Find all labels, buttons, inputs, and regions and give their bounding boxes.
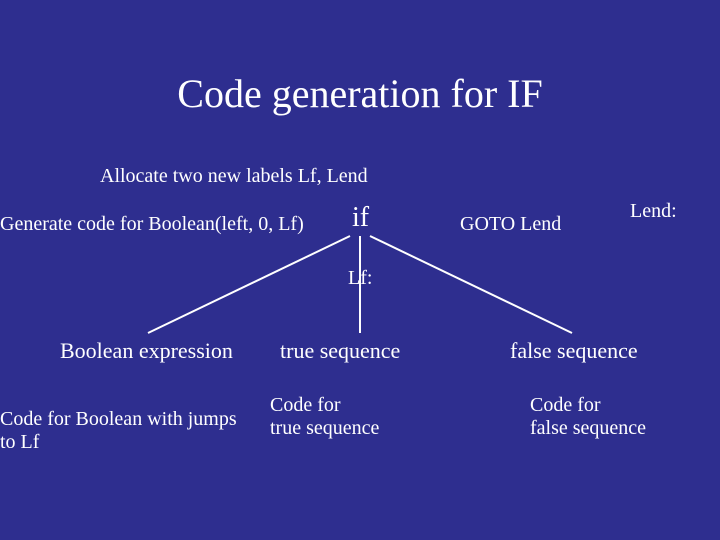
code-true-line2: true sequence bbox=[270, 417, 379, 439]
true-sequence-node: true sequence bbox=[280, 338, 400, 364]
code-boolean-jumps-text: Code for Boolean with jumps to Lf bbox=[0, 408, 237, 454]
if-node-label: if bbox=[352, 202, 369, 234]
code-false-line2: false sequence bbox=[530, 417, 646, 439]
code-true-line1: Code for bbox=[270, 394, 341, 416]
lend-label: Lend: bbox=[630, 200, 677, 223]
slide-title: Code generation for IF bbox=[0, 70, 720, 117]
code-false-sequence-text: Code for false sequence bbox=[530, 394, 646, 440]
code-true-sequence-text: Code for true sequence bbox=[270, 394, 379, 440]
goto-lend-text: GOTO Lend bbox=[460, 213, 561, 236]
slide: Code generation for IF Allocate two new … bbox=[0, 0, 720, 540]
false-sequence-node: false sequence bbox=[510, 338, 638, 364]
code-false-line1: Code for bbox=[530, 394, 601, 416]
allocate-labels-text: Allocate two new labels Lf, Lend bbox=[100, 165, 368, 188]
boolean-expression-node: Boolean expression bbox=[60, 338, 233, 364]
lf-label: Lf: bbox=[348, 267, 372, 290]
code-boolean-jumps-line2: to Lf bbox=[0, 431, 39, 453]
generate-boolean-text: Generate code for Boolean(left, 0, Lf) bbox=[0, 213, 304, 236]
code-boolean-jumps-line1: Code for Boolean with jumps bbox=[0, 408, 237, 430]
